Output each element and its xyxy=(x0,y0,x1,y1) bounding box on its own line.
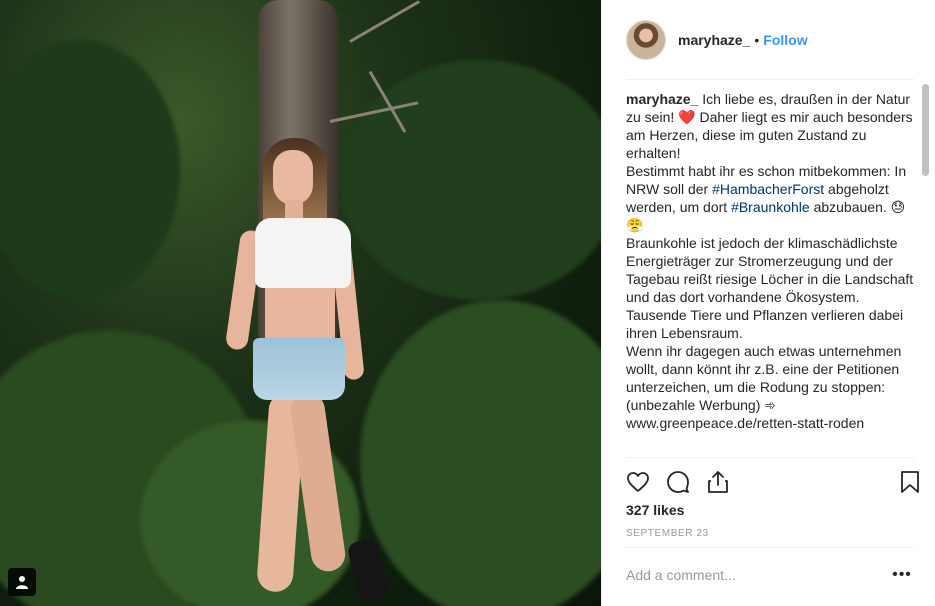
avatar[interactable] xyxy=(626,20,666,60)
share-icon xyxy=(708,471,728,493)
heart-icon xyxy=(627,472,649,492)
header-username[interactable]: maryhaze_ xyxy=(678,32,750,48)
caption-text: abzubauen. 😓😤 Braunkohle ist jedoch der … xyxy=(626,199,914,431)
comment-bubble-icon xyxy=(667,471,689,493)
person-icon xyxy=(16,576,28,589)
caption-scroll-area[interactable]: maryhaze_ Ich liebe es, draußen in der N… xyxy=(626,90,914,456)
instagram-post: maryhaze_ • Follow maryhaze_ Ich liebe e… xyxy=(0,0,935,606)
comment-button[interactable] xyxy=(666,470,690,494)
likes-count[interactable]: 327 likes xyxy=(626,502,684,518)
post-actions xyxy=(626,466,922,498)
foliage xyxy=(360,300,601,606)
save-button[interactable] xyxy=(898,470,922,494)
post-date[interactable]: SEPTEMBER 23 xyxy=(626,528,709,539)
follow-button[interactable]: Follow xyxy=(763,32,807,48)
hashtag-link[interactable]: #HambacherForst xyxy=(712,181,824,197)
caption: maryhaze_ Ich liebe es, draußen in der N… xyxy=(626,90,914,432)
caption-scrollbar[interactable] xyxy=(922,84,930,456)
more-options-button[interactable]: ••• xyxy=(890,563,914,587)
separator-dot: • xyxy=(754,32,760,48)
post-image[interactable] xyxy=(0,0,601,606)
caption-username[interactable]: maryhaze_ xyxy=(626,91,698,107)
divider xyxy=(626,457,914,458)
scrollbar-thumb[interactable] xyxy=(922,84,929,176)
like-button[interactable] xyxy=(626,470,650,494)
person-figure xyxy=(224,130,395,603)
comment-input[interactable] xyxy=(626,567,890,583)
share-button[interactable] xyxy=(706,470,730,494)
divider xyxy=(626,79,914,80)
comment-row: ••• xyxy=(626,548,914,602)
bookmark-icon xyxy=(901,471,919,493)
foliage xyxy=(0,40,180,300)
user-tag-button[interactable] xyxy=(8,568,36,596)
post-sidebar: maryhaze_ • Follow maryhaze_ Ich liebe e… xyxy=(601,0,935,606)
branch xyxy=(349,0,421,43)
hashtag-link[interactable]: #Braunkohle xyxy=(731,199,810,215)
post-header: maryhaze_ • Follow xyxy=(626,16,914,64)
